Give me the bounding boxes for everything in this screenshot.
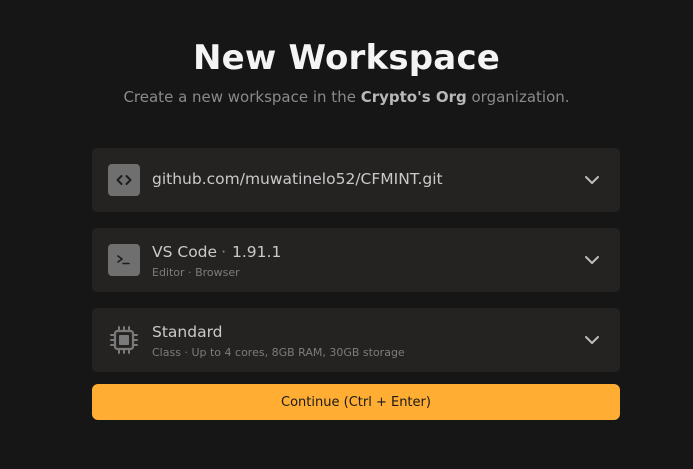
- subtitle-prefix: Create a new workspace in the: [123, 88, 361, 106]
- editor-details: Editor · Browser: [152, 266, 240, 279]
- editor-type: Browser: [195, 266, 240, 279]
- organization-name: Crypto's Org: [360, 88, 467, 106]
- page-title: New Workspace: [192, 38, 501, 78]
- cpu-icon: [108, 324, 140, 356]
- editor-version: 1.91.1: [232, 243, 282, 261]
- machine-class-details: Class · Up to 4 cores, 8GB RAM, 30GB sto…: [152, 346, 405, 359]
- machine-class-label: Class: [152, 346, 181, 359]
- code-icon: [108, 164, 140, 196]
- new-workspace-page: New Workspace Create a new workspace in …: [0, 0, 693, 469]
- repository-url: github.com/muwatinelo52/CFMINT.git: [152, 170, 443, 188]
- machine-class-description: Up to 4 cores, 8GB RAM, 30GB storage: [191, 346, 405, 359]
- editor-name: VS Code: [152, 243, 218, 261]
- editor-separator: ·: [221, 243, 226, 261]
- editor-label: Editor: [152, 266, 185, 279]
- machine-class-selector[interactable]: Standard Class · Up to 4 cores, 8GB RAM,…: [92, 308, 620, 372]
- chevron-down-icon[interactable]: [584, 332, 600, 348]
- machine-class-name: Standard: [152, 323, 223, 341]
- chevron-down-icon[interactable]: [584, 252, 600, 268]
- subtitle-suffix: organization.: [466, 88, 570, 106]
- chevron-down-icon[interactable]: [584, 172, 600, 188]
- page-subtitle: Create a new workspace in the Crypto's O…: [0, 88, 693, 106]
- terminal-icon: [108, 244, 140, 276]
- editor-selector[interactable]: VS Code · 1.91.1 Editor · Browser: [92, 228, 620, 292]
- continue-button[interactable]: Continue (Ctrl + Enter): [92, 384, 620, 420]
- editor-title: VS Code · 1.91.1: [152, 243, 281, 261]
- repository-selector[interactable]: github.com/muwatinelo52/CFMINT.git: [92, 148, 620, 212]
